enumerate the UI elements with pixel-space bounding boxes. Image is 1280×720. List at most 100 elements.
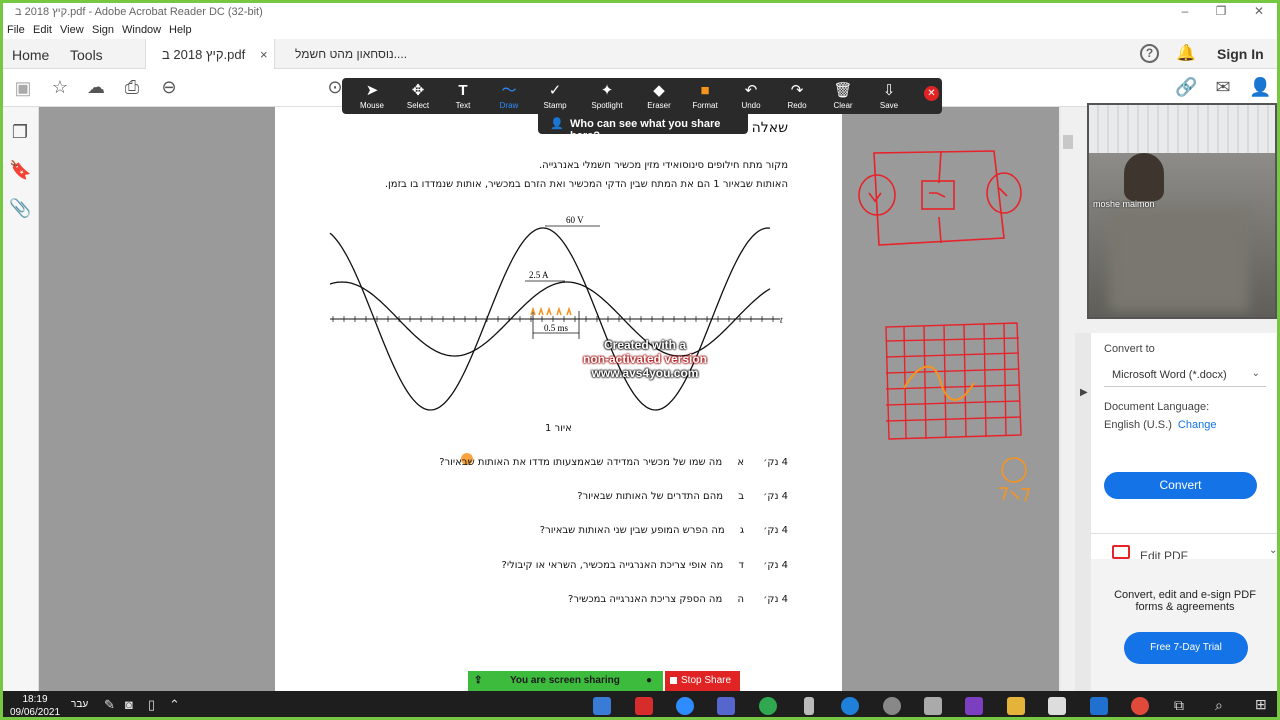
app-usb-icon[interactable] (804, 697, 814, 715)
tab-bar: Home Tools קיץ 2018 ב.pdf × נוסחאון מהט … (3, 39, 1277, 69)
stop-share-button[interactable]: Stop Share (665, 671, 740, 691)
tool-mouse[interactable]: ➤ Mouse (350, 81, 394, 110)
app-camera-icon[interactable] (593, 697, 611, 715)
sign-in-button[interactable]: Sign In (1217, 46, 1264, 62)
who-can-see-banner[interactable]: 👤 Who can see what you share here? (538, 114, 748, 142)
scrollbar-thumb[interactable] (1063, 135, 1073, 149)
hand-annotations (858, 150, 1031, 502)
mail-icon[interactable]: ✉ (1212, 76, 1234, 98)
tool-format[interactable]: ■ Format (683, 81, 727, 110)
convert-format-select[interactable]: Microsoft Word (*.docx) ⌄ (1104, 361, 1266, 387)
menu-help[interactable]: Help (169, 24, 192, 36)
bell-icon[interactable]: 🔔 (1176, 43, 1196, 63)
app-camera-2-icon[interactable] (1048, 697, 1066, 715)
question-title: שאלה (751, 120, 788, 136)
app-ie-icon[interactable] (841, 697, 859, 715)
question-text: מה הספק צריכת האנרגייה במכשיר? (568, 594, 723, 605)
maximize-icon[interactable]: ❐ (1211, 4, 1231, 18)
menu-file[interactable]: File (7, 24, 25, 36)
question-row: 4 נק׳ א מה שמו של מכשיר המדידה שבאמצעותו… (439, 457, 788, 468)
minimize-icon[interactable]: – (1175, 4, 1195, 18)
help-icon[interactable]: ? (1140, 44, 1159, 63)
video-participant[interactable]: moshe maimon (1087, 103, 1277, 319)
tab-document-active[interactable]: קיץ 2018 ב.pdf × (145, 39, 275, 69)
app-zoom-icon[interactable] (676, 697, 694, 715)
windows-start-icon[interactable]: ⊞ (1255, 696, 1267, 713)
doc-language-value: English (U.S.) (1104, 419, 1172, 431)
collapse-right-icon[interactable]: ▶ (1080, 387, 1088, 398)
close-window-icon[interactable]: ✕ (1249, 4, 1269, 18)
eraser-icon: ◆ (653, 82, 665, 99)
pages-icon[interactable]: ❐ (9, 121, 31, 143)
app-tool-icon[interactable] (883, 697, 901, 715)
app-whatsapp-icon[interactable] (759, 697, 777, 715)
sharing-text: You are screen sharing (510, 675, 620, 686)
tool-select[interactable]: ✥ Select (396, 81, 440, 110)
tab-close-icon[interactable]: × (260, 47, 268, 62)
menu-view[interactable]: View (60, 24, 84, 36)
window-title: קיץ 2018 ב.pdf - Adobe Acrobat Reader DC… (15, 6, 263, 18)
tab-tools[interactable]: Tools (70, 39, 103, 69)
app-folder-icon[interactable] (1007, 697, 1025, 715)
pen-icon[interactable]: ✎ (104, 697, 115, 713)
change-language-link[interactable]: Change (1178, 419, 1217, 431)
webcam-icon[interactable]: ◙ (125, 697, 133, 712)
question-points: 4 נק׳ (763, 491, 788, 502)
tab-document-2[interactable]: נוסחאון מהט חשמל.... (295, 39, 407, 69)
battery-icon[interactable]: ▯ (148, 697, 155, 713)
search-icon[interactable]: ⌕ (1215, 697, 1223, 714)
save-file-icon[interactable]: ▣ (12, 77, 34, 99)
app-chrome-icon[interactable] (1131, 697, 1149, 715)
vertical-scrollbar[interactable] (1061, 107, 1075, 691)
convert-format-value: Microsoft Word (*.docx) (1112, 369, 1227, 381)
text-icon: T (458, 82, 468, 99)
app-settings-icon[interactable] (717, 697, 735, 715)
add-user-icon[interactable]: 👤 (1249, 76, 1271, 98)
tool-spotlight[interactable]: ✦ Spotlight (585, 81, 629, 110)
question-points: 4 נק׳ (763, 525, 788, 536)
tool-draw[interactable]: 〜 Draw (487, 81, 531, 110)
divider (1091, 533, 1277, 534)
watermark: Created with a non-activated version www… (575, 338, 715, 380)
app-acrobat-icon[interactable] (635, 697, 653, 715)
app-edge-icon[interactable] (1090, 697, 1108, 715)
tool-eraser[interactable]: ◆ Eraser (637, 81, 681, 110)
title-bar: קיץ 2018 ב.pdf - Adobe Acrobat Reader DC… (3, 3, 1277, 21)
app-visual-studio-icon[interactable] (965, 697, 983, 715)
participant-name: moshe maimon (1093, 199, 1155, 209)
stop-share-label: Stop Share (681, 675, 732, 686)
tool-text[interactable]: T Text (441, 81, 485, 110)
free-trial-button[interactable]: Free 7-Day Trial (1124, 632, 1248, 664)
tab-home[interactable]: Home (12, 39, 49, 69)
promo-text: Convert, edit and e-sign PDF forms & agr… (1114, 589, 1256, 613)
task-view-icon[interactable]: ⧉ (1174, 697, 1184, 714)
menu-sign[interactable]: Sign (92, 24, 114, 36)
shield-icon: ● (646, 675, 653, 686)
convert-to-label: Convert to (1104, 343, 1155, 355)
upload-cloud-icon[interactable]: ☁ (85, 76, 107, 98)
chevron-up-icon[interactable]: ⌃ (169, 697, 180, 713)
convert-button[interactable]: Convert (1104, 472, 1257, 499)
print-icon[interactable]: ⎙ (121, 76, 143, 98)
question-text: מה אופי צריכת האנרגייה במכשיר, השראי או … (501, 560, 724, 571)
attachment-icon[interactable]: 📎 (9, 197, 31, 219)
tool-stamp[interactable]: ✓ Stamp (533, 81, 577, 110)
watermark-line-3: www.avs4you.com (591, 366, 699, 380)
draw-icon: 〜 (501, 82, 517, 99)
bookmark-icon[interactable]: 🔖 (9, 159, 31, 181)
tool-undo[interactable]: ↶ Undo (729, 81, 773, 110)
tool-clear[interactable]: 🗑 Clear (821, 81, 865, 110)
tool-redo[interactable]: ↷ Redo (775, 81, 819, 110)
tool-save[interactable]: ⇩ Save (867, 81, 911, 110)
menu-edit[interactable]: Edit (33, 24, 52, 36)
zoom-out-icon[interactable]: ⊖ (158, 76, 180, 98)
menu-window[interactable]: Window (122, 24, 161, 36)
link-icon[interactable]: 🔗 (1175, 76, 1197, 98)
app-network-icon[interactable] (924, 697, 942, 715)
close-toolbar-icon[interactable]: ✕ (924, 86, 939, 101)
question-text: מה שמו של מכשיר המדידה שבאמצעותו מדדו את… (439, 457, 723, 468)
star-icon[interactable]: ☆ (49, 76, 71, 98)
language-indicator[interactable]: עבר (71, 699, 88, 710)
scroll-down-icon[interactable]: ⌄ (1269, 545, 1277, 556)
clock[interactable]: 18:19 09/06/2021 (9, 693, 61, 717)
